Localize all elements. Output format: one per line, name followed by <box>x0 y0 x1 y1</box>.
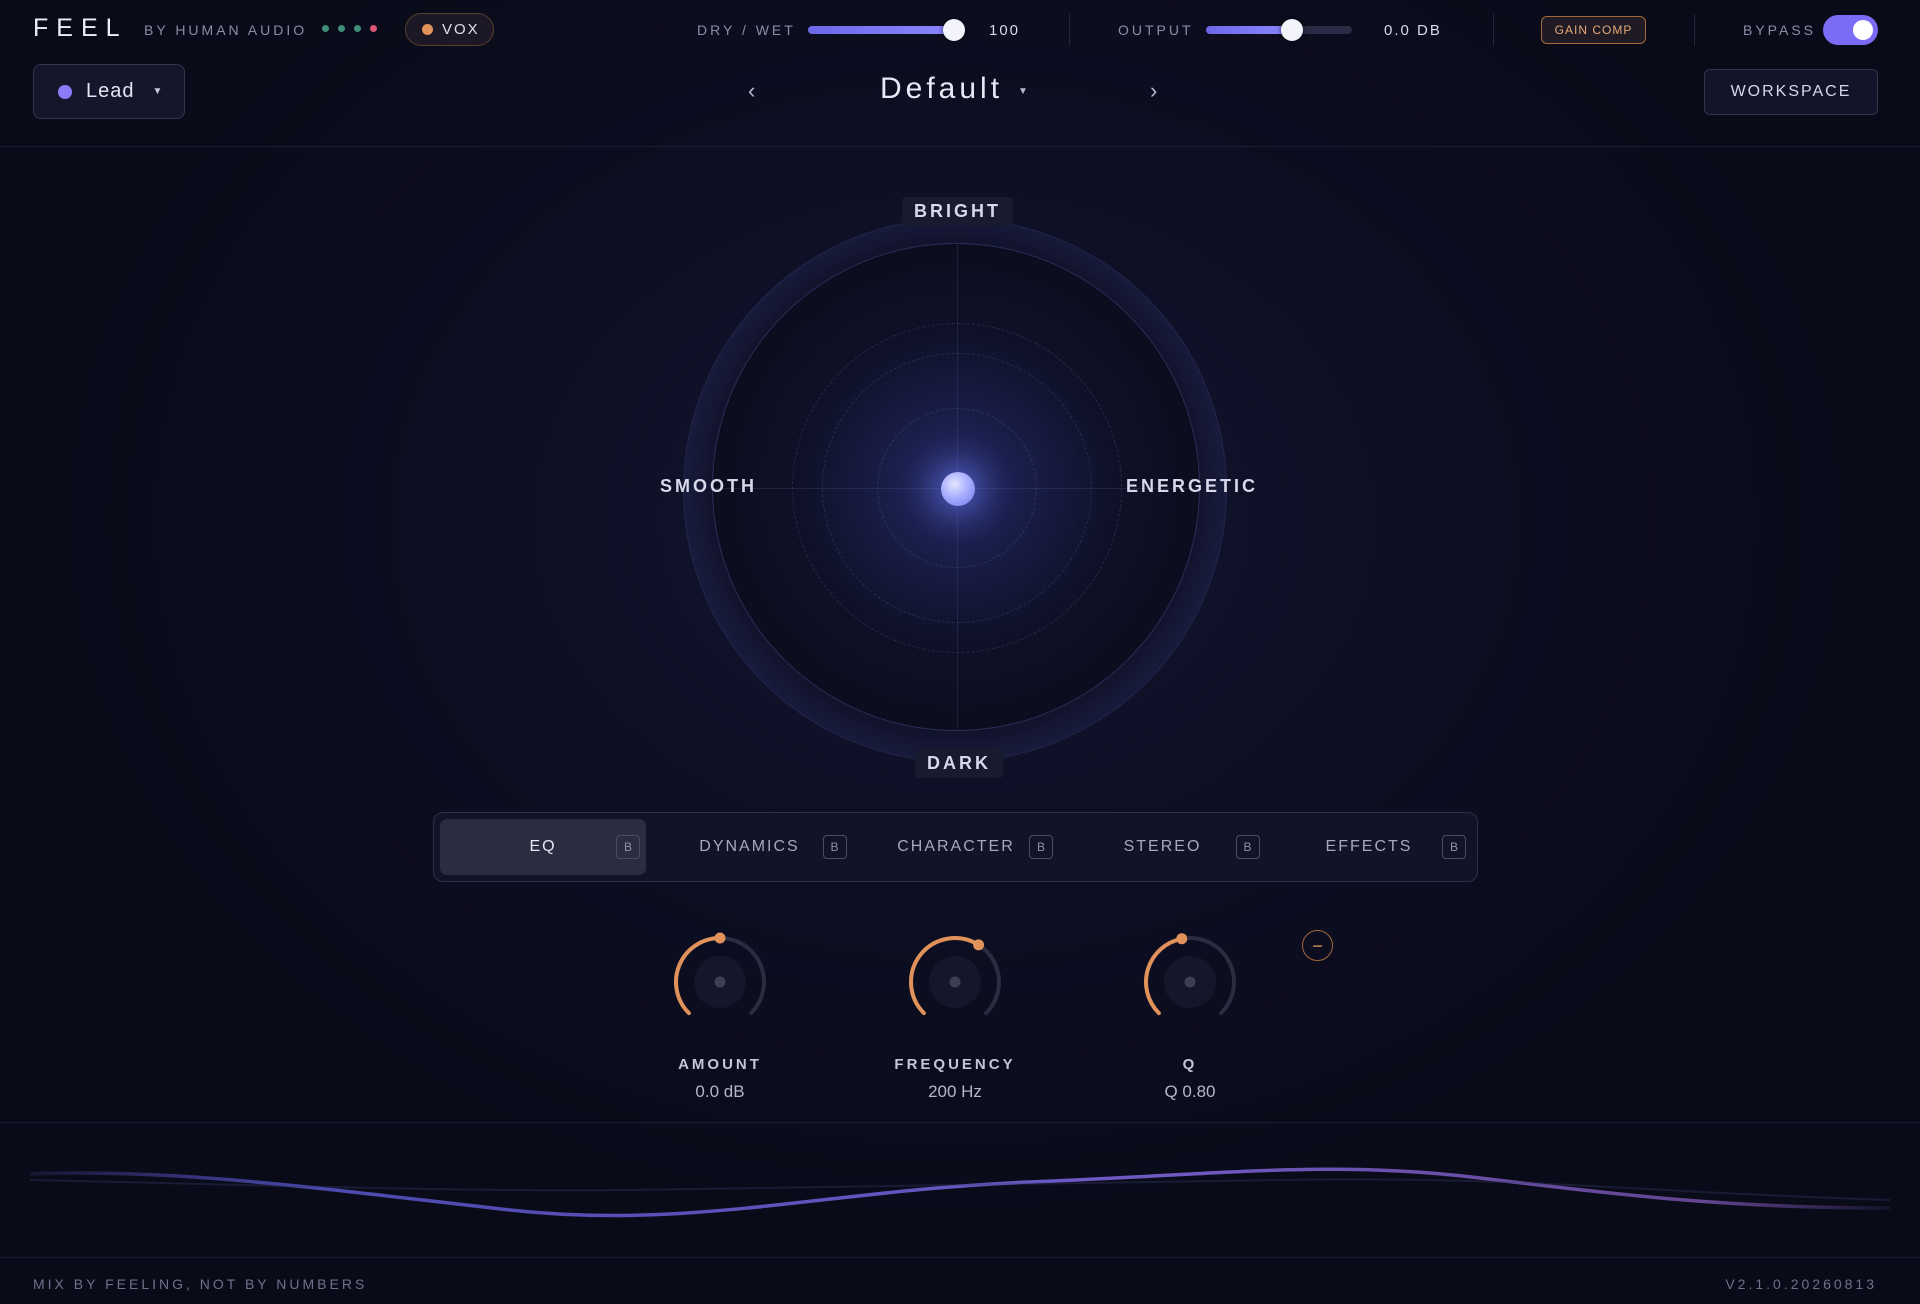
knob-dial[interactable] <box>1140 925 1240 1035</box>
header-divider <box>0 146 1920 147</box>
track-label: Lead <box>86 80 135 102</box>
tab-bypass-badge[interactable]: B <box>1235 835 1260 859</box>
output-label: OUTPUT <box>1118 22 1194 38</box>
tab-bypass-badge[interactable]: B <box>1029 835 1053 859</box>
tab-bypass-badge[interactable]: B <box>616 835 640 859</box>
output-fill <box>1206 26 1292 34</box>
knob-q[interactable]: Q Q 0.80 <box>1115 925 1265 1105</box>
status-dot-icon <box>338 25 345 32</box>
dry-wet-slider[interactable] <box>808 19 965 41</box>
knob-value: 200 Hz <box>928 1082 982 1101</box>
knob-center-dot <box>714 976 726 988</box>
footer-version: V2.1.0.20260813 <box>1725 1276 1877 1292</box>
pad-label-smooth: SMOOTH <box>660 476 757 496</box>
vox-button[interactable]: VOX <box>405 13 494 46</box>
vox-dot-icon <box>422 24 433 35</box>
pad-label-energetic: ENERGETIC <box>1126 476 1259 496</box>
brand-logo: FEEL <box>33 14 128 42</box>
waveform-line-secondary <box>30 1178 1890 1201</box>
footer-tagline: MIX BY FEELING, NOT BY NUMBERS <box>33 1276 368 1292</box>
waveform-display <box>30 1167 1890 1218</box>
pad-label-dark: DARK <box>915 749 1003 778</box>
divider <box>1694 14 1695 46</box>
knob-value: 0.0 dB <box>695 1082 745 1101</box>
knob-indicator[interactable] <box>714 932 726 944</box>
status-dot-icon <box>354 25 361 32</box>
track-selector[interactable]: Lead ▼ <box>33 64 185 119</box>
chevron-down-icon[interactable]: ▼ <box>1018 86 1028 97</box>
preset-next-button[interactable]: › <box>1150 78 1157 104</box>
tab-bypass-badge[interactable]: B <box>822 835 847 859</box>
chevron-down-icon: ▼ <box>152 86 164 97</box>
gain-comp-button[interactable]: GAIN COMP <box>1541 16 1646 44</box>
xy-pad-puck[interactable] <box>941 472 975 506</box>
preset-prev-button[interactable]: ‹ <box>748 78 755 104</box>
divider <box>1069 14 1070 46</box>
brand-byline: BY HUMAN AUDIO <box>144 22 308 38</box>
tab-label: DYNAMICS <box>699 838 800 855</box>
status-dots <box>322 25 377 32</box>
status-dot-icon <box>370 25 377 32</box>
knob-indicator[interactable] <box>1176 933 1188 945</box>
knob-label: FREQUENCY <box>894 1056 1016 1073</box>
bypass-toggle[interactable] <box>1823 15 1878 45</box>
tab-effects[interactable]: EFFECTS B <box>1266 819 1472 875</box>
tab-label: CHARACTER <box>897 838 1015 855</box>
status-dot-icon <box>322 25 329 32</box>
dry-wet-value: 100 <box>989 22 1021 39</box>
track-color-dot <box>58 84 72 99</box>
output-thumb[interactable] <box>1281 19 1303 41</box>
pad-label-bright: BRIGHT <box>902 197 1013 226</box>
bypass-toggle-knob <box>1853 20 1873 40</box>
vox-label: VOX <box>442 21 480 38</box>
tab-bypass-badge[interactable]: B <box>1442 835 1466 859</box>
dry-wet-thumb[interactable] <box>943 19 965 41</box>
knob-label: Q <box>1182 1056 1198 1073</box>
knob-value: Q 0.80 <box>1164 1082 1216 1101</box>
knob-frequency[interactable]: FREQUENCY 200 Hz <box>880 925 1030 1105</box>
knob-center-dot <box>1184 976 1196 988</box>
preset-name[interactable]: Default <box>880 72 1003 106</box>
tab-dynamics[interactable]: DYNAMICS B <box>647 819 853 875</box>
tab-eq[interactable]: EQ B <box>440 819 646 875</box>
knob-dial[interactable] <box>670 925 770 1035</box>
tab-label: EQ <box>529 838 557 855</box>
tab-character[interactable]: CHARACTER B <box>853 819 1059 875</box>
dry-wet-label: DRY / WET <box>697 22 796 38</box>
dry-wet-fill <box>808 26 954 34</box>
waveform-line <box>30 1167 1890 1218</box>
output-value: 0.0 DB <box>1384 22 1442 39</box>
knob-label: AMOUNT <box>678 1056 762 1073</box>
divider <box>1493 14 1494 46</box>
tab-label: STEREO <box>1123 838 1202 855</box>
knob-indicator[interactable] <box>973 939 985 951</box>
divider <box>0 1257 1920 1258</box>
divider <box>0 1122 1920 1123</box>
top-bar: FEEL BY HUMAN AUDIO VOX DRY / WET 100 OU… <box>0 0 1920 60</box>
knob-dial[interactable] <box>905 925 1005 1035</box>
output-slider[interactable] <box>1206 19 1352 41</box>
knob-center-dot <box>949 976 961 988</box>
remove-band-button[interactable]: − <box>1302 930 1333 961</box>
tab-stereo[interactable]: STEREO B <box>1060 819 1266 875</box>
module-tabs: EQ B DYNAMICS B CHARACTER B STEREO B EFFECTS B <box>433 812 1478 882</box>
bypass-label: BYPASS <box>1743 22 1816 38</box>
workspace-button[interactable]: WORKSPACE <box>1704 69 1878 115</box>
tab-label: EFFECTS <box>1325 838 1413 855</box>
knob-amount[interactable]: AMOUNT 0.0 dB <box>645 925 795 1105</box>
